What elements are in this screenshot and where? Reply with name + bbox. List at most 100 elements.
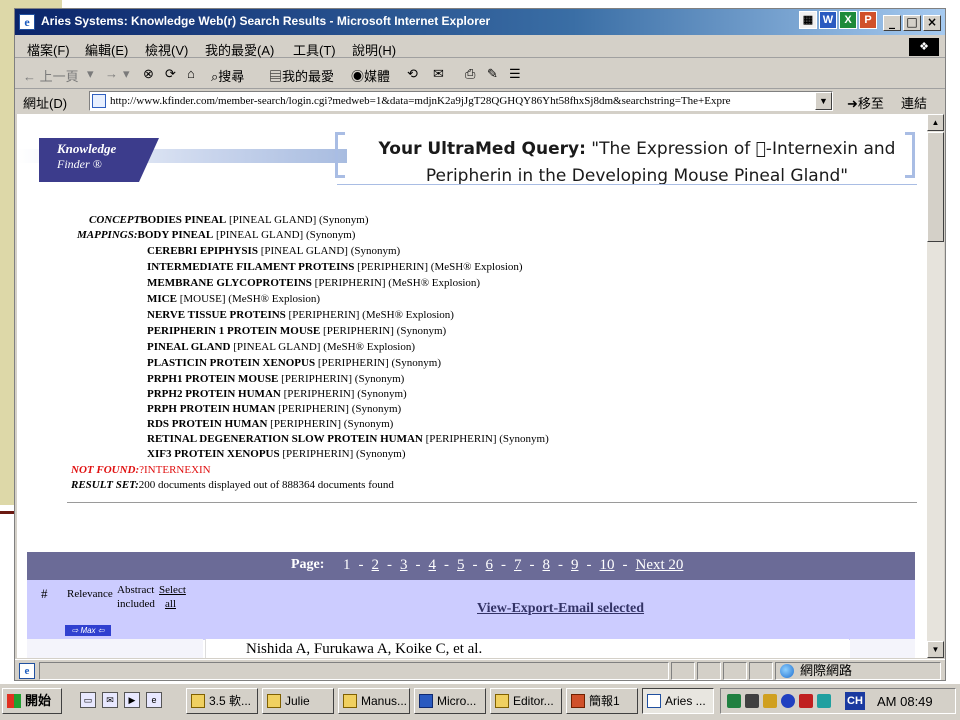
print-icon[interactable]: ⎙	[465, 66, 475, 82]
task-julie[interactable]: Julie	[262, 688, 334, 714]
back-button[interactable]: ← 上一頁	[23, 66, 79, 85]
list-item: INTERMEDIATE FILAMENT PROTEINS [PERIPHER…	[147, 261, 523, 273]
volume-icon[interactable]	[745, 694, 759, 708]
page-link-4[interactable]: 4	[429, 557, 437, 574]
address-dropdown-icon[interactable]: ▼	[815, 92, 832, 110]
mapping-detail: [PERIPHERIN] (MeSH® Explosion)	[311, 277, 481, 289]
page-link-9[interactable]: 9	[571, 557, 579, 574]
media-player-icon[interactable]: ▶	[124, 692, 140, 708]
result-authors[interactable]: Nishida A, Furukawa A, Koike C, et al.	[246, 641, 482, 658]
select-link-line2[interactable]: all	[159, 597, 186, 611]
list-item: RDS PROTEIN HUMAN [PERIPHERIN] (Synonym)	[147, 418, 393, 430]
column-relevance: Relevance	[67, 588, 113, 600]
office-bar-icon[interactable]: ▦	[799, 11, 817, 29]
zone-label: 網際網路	[800, 663, 853, 678]
address-url[interactable]: http://www.kfinder.com/member-search/log…	[110, 95, 816, 107]
select-link-line1[interactable]: Select	[159, 583, 186, 597]
concept-row: CONCEPTBODIES PINEAL [PINEAL GLAND] (Syn…	[89, 214, 369, 226]
list-item: RETINAL DEGENERATION SLOW PROTEIN HUMAN …	[147, 433, 549, 445]
page-link-10[interactable]: 10	[600, 557, 615, 574]
favorites-button[interactable]: ▤我的最愛	[269, 66, 334, 85]
scroll-thumb[interactable]	[927, 132, 944, 242]
scroll-down-icon[interactable]: ▼	[927, 641, 944, 658]
scroll-up-icon[interactable]: ▲	[927, 114, 944, 131]
page-link-8[interactable]: 8	[543, 557, 551, 574]
home-icon[interactable]: ⌂	[187, 66, 195, 81]
refresh-icon[interactable]: ⟳	[165, 66, 176, 82]
go-arrow-icon: ➜	[847, 96, 858, 111]
menu-tools[interactable]: 工具(T)	[293, 40, 336, 59]
search-button[interactable]: ⌕搜尋	[211, 66, 244, 85]
stop-icon[interactable]: ⊗	[143, 66, 154, 82]
ime-indicator[interactable]: CH	[845, 692, 865, 710]
task-aries[interactable]: Aries ...	[642, 688, 714, 714]
query-bracket-left	[335, 132, 345, 178]
windows-logo-icon: ❖	[909, 38, 939, 56]
desktop-icon[interactable]: ▭	[80, 692, 96, 708]
page-link-6[interactable]: 6	[486, 557, 494, 574]
start-button[interactable]: 開始	[2, 688, 62, 714]
task-floppy[interactable]: 3.5 軟...	[186, 688, 258, 714]
media-button[interactable]: ◉媒體	[351, 66, 390, 85]
mapping-detail: [PERIPHERIN] (Synonym)	[278, 373, 405, 385]
query-bracket-right	[905, 132, 915, 178]
input-icon[interactable]	[763, 694, 777, 708]
not-found-value: ?INTERNEXIN	[139, 464, 211, 476]
mapping-term: INTERMEDIATE FILAMENT PROTEINS	[147, 261, 355, 273]
select-all-link[interactable]: Select all	[159, 583, 186, 611]
page-link-1[interactable]: 1	[343, 557, 351, 574]
go-button[interactable]: ➜移至	[847, 93, 884, 112]
mapping-term: RDS PROTEIN HUMAN	[147, 418, 268, 430]
search-label: 搜尋	[218, 69, 245, 84]
menu-edit[interactable]: 編輯(E)	[85, 40, 128, 59]
ie-launch-icon[interactable]: e	[146, 692, 162, 708]
page-link-3[interactable]: 3	[400, 557, 408, 574]
page-link-2[interactable]: 2	[372, 557, 380, 574]
minimize-button[interactable]: _	[883, 15, 901, 31]
mapping-term: XIF3 PROTEIN XENOPUS	[147, 448, 280, 460]
view-export-email-link[interactable]: View-Export-Email selected	[477, 601, 644, 617]
menu-view[interactable]: 檢視(V)	[145, 40, 188, 59]
go-label: 移至	[857, 96, 884, 111]
forward-button[interactable]: →	[105, 66, 118, 81]
outlook-icon[interactable]: ✉	[102, 692, 118, 708]
forward-dropdown-icon[interactable]: ▾	[123, 66, 130, 82]
column-abstract-line2: included	[117, 598, 155, 610]
task-manuscript[interactable]: Manus...	[338, 688, 410, 714]
task-word[interactable]: Micro...	[414, 688, 486, 714]
word-icon[interactable]: W	[819, 11, 837, 29]
task-presentation[interactable]: 簡報1	[566, 688, 638, 714]
menu-favorites[interactable]: 我的最愛(A)	[205, 40, 274, 59]
messenger-icon[interactable]	[781, 694, 795, 708]
maximize-button[interactable]: □	[903, 15, 921, 31]
max-button[interactable]: ⇨ Max ⇦	[65, 625, 111, 636]
query-label: Your UltraMed Query:	[378, 139, 586, 159]
antivirus-icon[interactable]	[799, 694, 813, 708]
menu-help[interactable]: 說明(H)	[352, 40, 396, 59]
menu-file[interactable]: 檔案(F)	[27, 40, 70, 59]
excel-icon[interactable]: X	[839, 11, 857, 29]
mapping-detail: [PERIPHERIN] (MeSH® Explosion)	[354, 261, 523, 273]
clock[interactable]: AM 08:49	[877, 694, 933, 709]
mapping-term: RETINAL DEGENERATION SLOW PROTEIN HUMAN	[147, 433, 423, 445]
network-icon[interactable]	[727, 694, 741, 708]
page-link-7[interactable]: 7	[514, 557, 522, 574]
mail-icon[interactable]: ✉	[433, 66, 444, 82]
edit-icon[interactable]: ✎	[487, 66, 498, 82]
back-dropdown-icon[interactable]: ▾	[87, 66, 94, 82]
globe-icon	[780, 664, 794, 678]
display-icon[interactable]	[817, 694, 831, 708]
links-button[interactable]: 連結	[901, 93, 927, 112]
discuss-icon[interactable]: ☰	[509, 66, 521, 82]
powerpoint-icon[interactable]: P	[859, 11, 877, 29]
vertical-scrollbar[interactable]: ▲ ▼	[927, 114, 944, 658]
mapping-term: PLASTICIN PROTEIN XENOPUS	[147, 357, 316, 369]
page-link-5[interactable]: 5	[457, 557, 465, 574]
next-20-link[interactable]: Next 20	[636, 557, 684, 574]
history-icon[interactable]: ⟲	[407, 66, 418, 82]
mapping-detail: [PERIPHERIN] (Synonym)	[320, 325, 447, 337]
result-set-value: 200 documents displayed out of 888364 do…	[138, 479, 394, 491]
address-input[interactable]: http://www.kfinder.com/member-search/log…	[89, 91, 833, 111]
close-button[interactable]: ×	[923, 15, 941, 31]
task-editor[interactable]: Editor...	[490, 688, 562, 714]
